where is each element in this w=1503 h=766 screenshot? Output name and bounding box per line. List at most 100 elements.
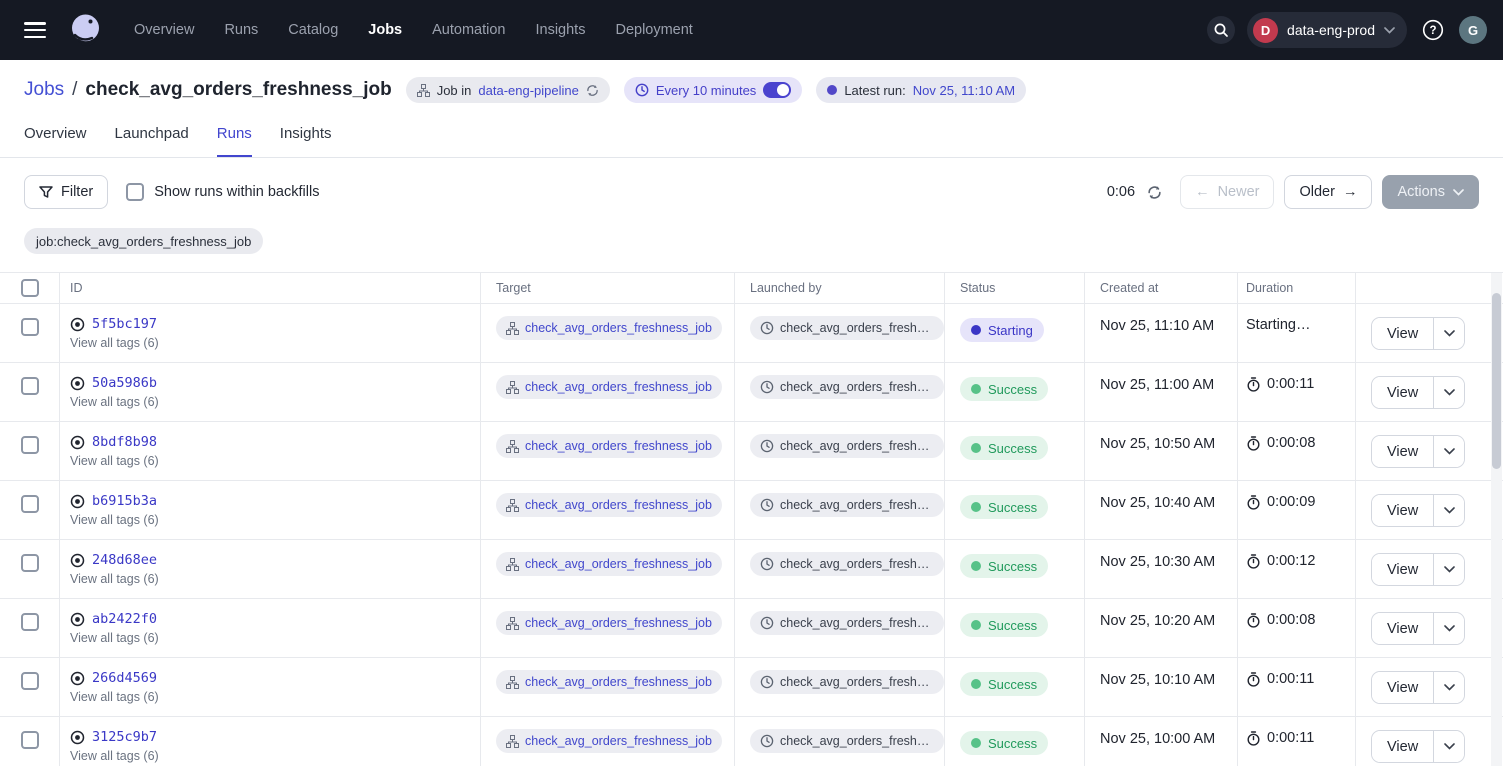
status-dot xyxy=(971,443,981,453)
launched-by-chip[interactable]: check_avg_orders_freshn… xyxy=(750,316,944,340)
refresh-icon[interactable] xyxy=(1147,185,1162,200)
older-button[interactable]: Older → xyxy=(1284,175,1372,209)
tab-runs[interactable]: Runs xyxy=(217,125,252,157)
run-id-link[interactable]: 50a5986b xyxy=(92,375,157,391)
row-checkbox[interactable] xyxy=(21,731,39,749)
view-dropdown-button[interactable] xyxy=(1434,731,1464,762)
target-chip[interactable]: check_avg_orders_freshness_job xyxy=(496,493,722,517)
latest-run-link[interactable]: Nov 25, 11:10 AM xyxy=(913,83,1015,98)
view-all-tags-link[interactable]: View all tags (6) xyxy=(70,631,159,645)
tab-insights[interactable]: Insights xyxy=(280,125,332,157)
run-id-link[interactable]: b6915b3a xyxy=(92,493,157,509)
vertical-scrollbar-track[interactable] xyxy=(1491,273,1502,766)
view-dropdown-button[interactable] xyxy=(1434,672,1464,703)
row-checkbox[interactable] xyxy=(21,613,39,631)
launched-by-chip[interactable]: check_avg_orders_freshn… xyxy=(750,670,944,694)
view-all-tags-link[interactable]: View all tags (6) xyxy=(70,690,159,704)
pipeline-link[interactable]: data-eng-pipeline xyxy=(478,83,578,98)
view-dropdown-button[interactable] xyxy=(1434,436,1464,467)
launched-by-chip[interactable]: check_avg_orders_freshn… xyxy=(750,611,944,635)
view-button[interactable]: View xyxy=(1372,436,1434,467)
search-button[interactable] xyxy=(1207,16,1235,44)
target-chip[interactable]: check_avg_orders_freshness_job xyxy=(496,434,722,458)
view-button[interactable]: View xyxy=(1372,613,1434,644)
target-chip[interactable]: check_avg_orders_freshness_job xyxy=(496,375,722,399)
run-id-link[interactable]: ab2422f0 xyxy=(92,611,157,627)
vertical-scrollbar-thumb[interactable] xyxy=(1492,293,1501,469)
chevron-down-icon xyxy=(1444,625,1455,632)
view-button[interactable]: View xyxy=(1372,377,1434,408)
tab-launchpad[interactable]: Launchpad xyxy=(115,125,189,157)
sync-icon[interactable] xyxy=(586,84,599,97)
view-button[interactable]: View xyxy=(1372,554,1434,585)
nav-item-automation[interactable]: Automation xyxy=(432,22,505,38)
stopwatch-icon xyxy=(1246,377,1261,392)
tab-overview[interactable]: Overview xyxy=(24,125,87,157)
duration: 0:00:08 xyxy=(1246,611,1315,628)
run-id-link[interactable]: 248d68ee xyxy=(92,552,157,568)
view-dropdown-button[interactable] xyxy=(1434,377,1464,408)
run-row: 8bdf8b98 View all tags (6) check_avg_order… xyxy=(0,422,1503,481)
view-button[interactable]: View xyxy=(1372,495,1434,526)
row-checkbox[interactable] xyxy=(21,495,39,513)
run-id-link[interactable]: 5f5bc197 xyxy=(92,316,157,332)
row-checkbox[interactable] xyxy=(21,672,39,690)
workspace-switcher[interactable]: D data-eng-prod xyxy=(1247,12,1407,48)
view-all-tags-link[interactable]: View all tags (6) xyxy=(70,395,159,409)
target-chip[interactable]: check_avg_orders_freshness_job xyxy=(496,670,722,694)
schedule-toggle[interactable] xyxy=(763,82,791,98)
row-checkbox[interactable] xyxy=(21,554,39,572)
view-all-tags-link[interactable]: View all tags (6) xyxy=(70,336,159,350)
job-filter-tag[interactable]: job:check_avg_orders_freshness_job xyxy=(24,228,263,254)
select-all-checkbox[interactable] xyxy=(21,279,39,297)
clock-icon xyxy=(760,380,774,394)
user-avatar[interactable]: G xyxy=(1459,16,1487,44)
nav-item-overview[interactable]: Overview xyxy=(134,22,194,38)
nav-item-insights[interactable]: Insights xyxy=(535,22,585,38)
view-button[interactable]: View xyxy=(1372,731,1434,762)
view-all-tags-link[interactable]: View all tags (6) xyxy=(70,572,159,586)
view-dropdown-button[interactable] xyxy=(1434,554,1464,585)
nav-item-runs[interactable]: Runs xyxy=(224,22,258,38)
breadcrumb-jobs-link[interactable]: Jobs xyxy=(24,79,64,101)
target-chip[interactable]: check_avg_orders_freshness_job xyxy=(496,611,722,635)
target-chip[interactable]: check_avg_orders_freshness_job xyxy=(496,729,722,753)
launched-by-chip[interactable]: check_avg_orders_freshn… xyxy=(750,729,944,753)
row-checkbox[interactable] xyxy=(21,377,39,395)
nav-item-catalog[interactable]: Catalog xyxy=(288,22,338,38)
dagster-logo-icon[interactable] xyxy=(68,12,104,48)
row-checkbox[interactable] xyxy=(21,436,39,454)
target-icon xyxy=(70,435,85,450)
view-button[interactable]: View xyxy=(1372,672,1434,703)
status-dot xyxy=(971,384,981,394)
view-all-tags-link[interactable]: View all tags (6) xyxy=(70,454,159,468)
target-chip[interactable]: check_avg_orders_freshness_job xyxy=(496,316,722,340)
view-dropdown-button[interactable] xyxy=(1434,613,1464,644)
launched-by-chip[interactable]: check_avg_orders_freshn… xyxy=(750,375,944,399)
view-button[interactable]: View xyxy=(1372,318,1434,349)
actions-button[interactable]: Actions xyxy=(1382,175,1479,209)
view-all-tags-link[interactable]: View all tags (6) xyxy=(70,749,159,763)
backfills-checkbox[interactable] xyxy=(126,183,144,201)
view-dropdown-button[interactable] xyxy=(1434,495,1464,526)
view-split-button: View xyxy=(1371,671,1465,704)
status-badge: Success xyxy=(960,495,1048,519)
target-chip[interactable]: check_avg_orders_freshness_job xyxy=(496,552,722,576)
newer-button[interactable]: ← Newer xyxy=(1180,175,1274,209)
schedule-label: Every 10 minutes xyxy=(656,83,756,98)
launched-by-chip[interactable]: check_avg_orders_freshn… xyxy=(750,434,944,458)
nav-item-jobs[interactable]: Jobs xyxy=(368,22,402,38)
run-id-link[interactable]: 8bdf8b98 xyxy=(92,434,157,450)
run-id-link[interactable]: 266d4569 xyxy=(92,670,157,686)
launched-by-chip[interactable]: check_avg_orders_freshn… xyxy=(750,493,944,517)
filter-button[interactable]: Filter xyxy=(24,175,108,209)
help-button[interactable]: ? xyxy=(1419,16,1447,44)
menu-icon[interactable] xyxy=(24,22,46,38)
view-dropdown-button[interactable] xyxy=(1434,318,1464,349)
nav-item-deployment[interactable]: Deployment xyxy=(615,22,692,38)
launched-by-chip[interactable]: check_avg_orders_freshn… xyxy=(750,552,944,576)
show-backfills-toggle[interactable]: Show runs within backfills xyxy=(126,183,319,201)
row-checkbox[interactable] xyxy=(21,318,39,336)
view-all-tags-link[interactable]: View all tags (6) xyxy=(70,513,159,527)
run-id-link[interactable]: 3125c9b7 xyxy=(92,729,157,745)
